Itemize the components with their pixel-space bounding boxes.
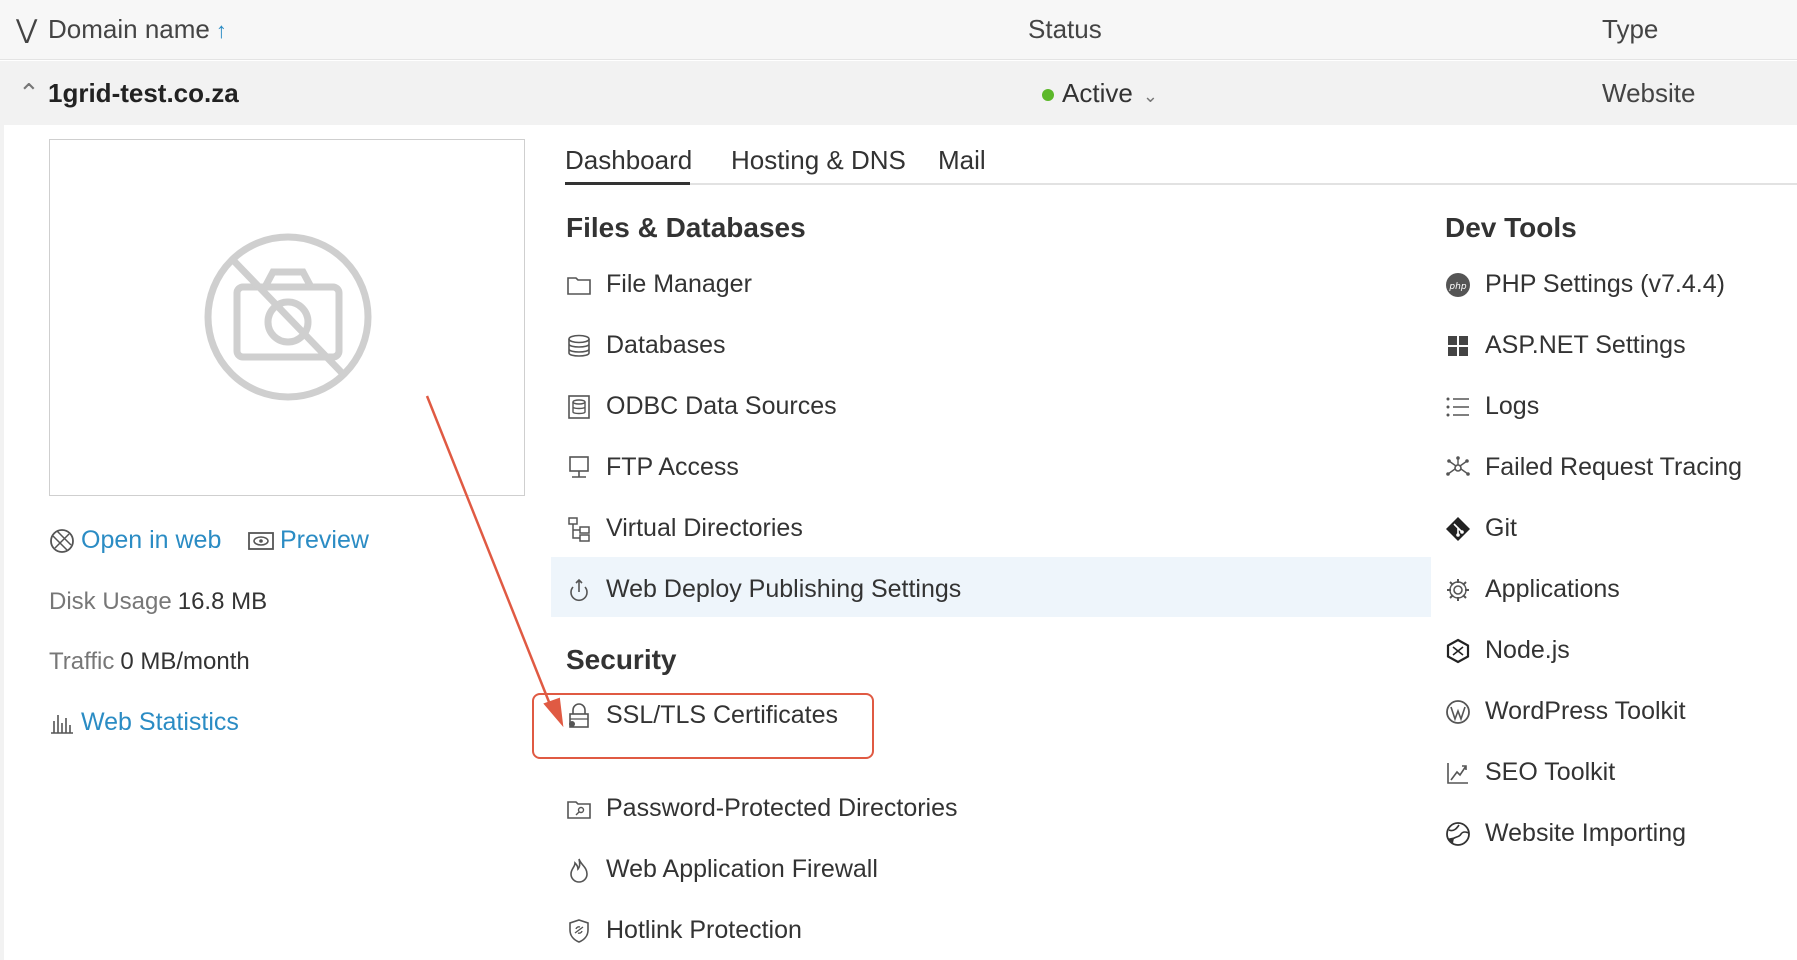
seo-chart-icon <box>1447 763 1468 784</box>
windows-icon <box>1448 336 1468 356</box>
domain-name[interactable]: 1grid-test.co.za <box>48 61 239 125</box>
status-dot-icon <box>1042 89 1054 101</box>
directories-icon <box>568 517 590 542</box>
php-icon: php <box>1446 273 1470 297</box>
applications-label: Applications <box>1485 575 1620 603</box>
disk-usage-value: 16.8 MB <box>177 588 268 615</box>
tab-mail[interactable]: Mail <box>938 140 986 185</box>
disk-usage: Disk Usage 16.8 MB <box>49 584 267 620</box>
expand-all-icon[interactable]: ⋁ <box>16 0 42 60</box>
php-settings-label: PHP Settings (v7.4.4) <box>1485 270 1725 298</box>
seo-toolkit-label: SEO Toolkit <box>1485 758 1616 786</box>
eye-icon <box>248 532 274 551</box>
website-importing-label: Website Importing <box>1485 819 1687 847</box>
globe-import-icon <box>1446 822 1470 846</box>
tab-dashboard[interactable]: Dashboard <box>565 140 692 185</box>
aspnet-label: ASP.NET Settings <box>1485 331 1686 359</box>
wordpress-label: WordPress Toolkit <box>1485 697 1686 725</box>
bar-chart-icon <box>51 715 73 735</box>
domain-type: Website <box>1602 78 1696 108</box>
chevron-up-icon[interactable]: ⌃ <box>18 61 40 125</box>
git-label: Git <box>1485 514 1517 542</box>
traffic-value: 0 MB/month <box>120 648 250 675</box>
traffic: Traffic 0 MB/month <box>49 644 250 680</box>
fire-icon <box>570 858 588 883</box>
ftp-access-label: FTP Access <box>606 453 739 481</box>
plesk-domain-page: ⋁ Domain name ↑ Status Type ⌃ 1grid-test.… <box>0 0 1797 960</box>
protected-folder-icon <box>567 801 591 819</box>
gear-icon <box>1447 579 1469 601</box>
odbc-icon <box>568 395 590 419</box>
tab-hosting-dns[interactable]: Hosting & DNS <box>731 140 906 185</box>
file-manager-label: File Manager <box>606 270 752 298</box>
nodejs-icon <box>1446 638 1470 664</box>
files-databases-title: Files & Databases <box>566 212 806 243</box>
no-image-camera-icon <box>204 233 372 401</box>
dev-tools-title: Dev Tools <box>1445 212 1577 243</box>
security-title: Security <box>566 644 677 675</box>
logs-label: Logs <box>1485 392 1540 420</box>
ftp-icon <box>569 456 589 478</box>
domain-row[interactable]: ⌃ 1grid-test.co.za Active ⌄ Website <box>0 61 1797 125</box>
open-in-web-label: Open in web <box>81 526 222 554</box>
password-protected-label: Password-Protected Directories <box>606 794 958 822</box>
status-dropdown[interactable]: Active ⌄ <box>1042 61 1158 125</box>
failed-request-label: Failed Request Tracing <box>1485 453 1743 481</box>
web-deploy-label: Web Deploy Publishing Settings <box>606 575 962 603</box>
annotation-highlight-box <box>532 693 874 759</box>
list-icon <box>1446 397 1469 417</box>
disk-usage-label: Disk Usage <box>49 588 172 615</box>
globe-icon <box>50 529 74 554</box>
web-deploy-icon <box>570 578 588 602</box>
shield-icon <box>569 919 589 943</box>
preview-link[interactable]: Preview <box>248 522 369 558</box>
folder-icon <box>567 277 591 295</box>
arrow-up-icon: ↑ <box>215 18 227 43</box>
column-domain-name[interactable]: Domain name ↑ <box>48 0 227 60</box>
column-status[interactable]: Status <box>1028 0 1102 60</box>
network-icon <box>1446 456 1470 476</box>
database-icon <box>568 334 590 357</box>
git-icon <box>1446 517 1470 541</box>
waf-label: Web Application Firewall <box>606 855 878 883</box>
databases-label: Databases <box>606 331 726 359</box>
virtual-directories-label: Virtual Directories <box>606 514 803 542</box>
odbc-label: ODBC Data Sources <box>606 392 837 420</box>
hotlink-label: Hotlink Protection <box>606 916 802 944</box>
column-domain-name-label: Domain name <box>48 14 210 44</box>
tab-bar: Dashboard Hosting & DNS Mail <box>565 140 1797 185</box>
table-header: ⋁ Domain name ↑ Status Type <box>0 0 1797 60</box>
status-label: Active <box>1062 78 1133 108</box>
nodejs-label: Node.js <box>1485 636 1570 664</box>
svg-text:php: php <box>1448 282 1466 292</box>
column-type[interactable]: Type <box>1602 0 1658 60</box>
website-thumbnail <box>49 139 525 496</box>
chevron-down-icon: ⌄ <box>1142 86 1158 106</box>
web-statistics-label: Web Statistics <box>81 708 239 736</box>
preview-label: Preview <box>280 526 369 554</box>
traffic-label: Traffic <box>49 648 115 675</box>
open-in-web-link[interactable]: Open in web <box>49 522 221 558</box>
wordpress-icon <box>1446 700 1470 724</box>
row-indent-bar <box>0 125 4 960</box>
web-statistics-link[interactable]: Web Statistics <box>49 704 239 740</box>
